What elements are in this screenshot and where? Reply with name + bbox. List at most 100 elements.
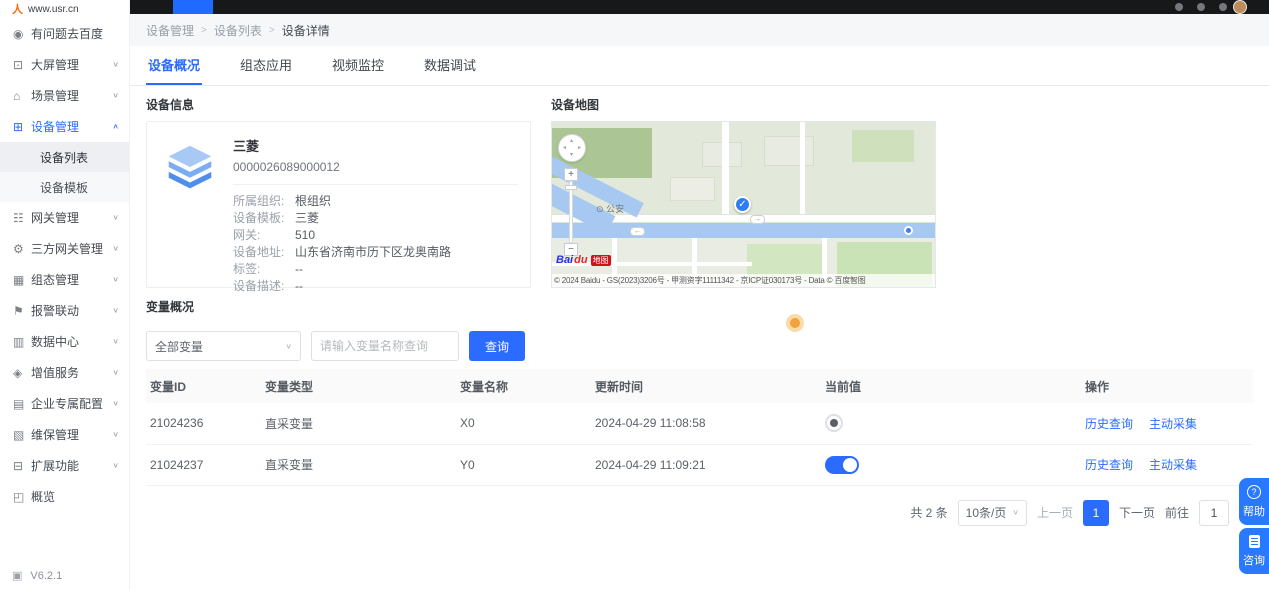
sidebar-item-extended-functions[interactable]: ⊟ 扩展功能 ∨ [0, 450, 129, 481]
logo-url: www.usr.cn [28, 4, 79, 15]
map-road [800, 122, 805, 214]
field-label: 标签: [233, 261, 295, 278]
chevron-down-icon: ∨ [1012, 508, 1019, 517]
shield-icon: ◉ [13, 27, 31, 41]
pan-up-icon[interactable]: ▴ [570, 138, 573, 144]
sidebar-item-device-management[interactable]: ⊞ 设备管理 ∧ [0, 111, 129, 142]
baidu-logo: Bai du 地图 [556, 254, 611, 266]
pan-right-icon[interactable]: ▸ [578, 145, 581, 151]
map-poi-dot [904, 226, 913, 235]
page-number-1[interactable]: 1 [1083, 500, 1109, 526]
field-description: 设备描述: -- [233, 278, 518, 295]
page-size-value: 10条/页 [966, 504, 1007, 521]
breadcrumb-item[interactable]: 设备管理 [146, 22, 194, 39]
device-info-card: 三菱 0000026089000012 所属组织: 根组织 设备模板: 三菱 网 [146, 121, 531, 288]
scada-icon: ▦ [13, 273, 31, 287]
history-query-link[interactable]: 历史查询 [1085, 458, 1133, 472]
topbar-icon-1[interactable] [1175, 3, 1183, 11]
sidebar-item-maintenance-management[interactable]: ▧ 维保管理 ∨ [0, 419, 129, 450]
history-query-link[interactable]: 历史查询 [1085, 417, 1133, 431]
sidebar-item-label: 组态管理 [31, 271, 112, 288]
screen-icon: ⊡ [13, 58, 31, 72]
prev-page-button[interactable]: 上一页 [1037, 504, 1073, 521]
map-poi-label: ⊙ 公安 [596, 202, 624, 215]
sidebar-item-label: 设备管理 [31, 118, 112, 135]
table-header-row: 变量ID 变量类型 变量名称 更新时间 当前值 操作 [146, 369, 1253, 403]
variable-type-select[interactable]: 全部变量 ∨ [146, 331, 301, 361]
cell-variable-type: 直采变量 [261, 403, 456, 444]
sidebar-item-label: 增值服务 [31, 364, 112, 381]
chevron-down-icon: ∨ [112, 368, 119, 377]
active-tab-indicator[interactable] [173, 0, 213, 14]
field-label: 所属组织: [233, 193, 295, 210]
sidebar-item-enterprise-config[interactable]: ▤ 企业专属配置 ∨ [0, 388, 129, 419]
map-pan-control[interactable]: ▴ ▾ ◂ ▸ [558, 134, 586, 162]
field-label: 网关: [233, 227, 295, 244]
alarm-icon: ⚑ [13, 304, 31, 318]
topbar-icon-3[interactable] [1219, 3, 1227, 11]
baidu-map-badge: 地图 [591, 255, 611, 266]
sidebar-item-baidu-help[interactable]: ◉ 有问题去百度 [0, 18, 129, 49]
zoom-slider-track[interactable] [569, 181, 573, 243]
enterprise-config-icon: ▤ [13, 397, 31, 411]
col-variable-id: 变量ID [146, 369, 261, 403]
col-update-time: 更新时间 [591, 369, 821, 403]
goto-page-input[interactable] [1199, 500, 1229, 526]
sidebar-item-scada-management[interactable]: ▦ 组态管理 ∨ [0, 264, 129, 295]
sidebar-item-gateway-management[interactable]: ☷ 网关管理 ∨ [0, 202, 129, 233]
data-center-icon: ▥ [13, 335, 31, 349]
info-section: 设备信息 三菱 0000026089000012 [130, 86, 1269, 294]
pan-left-icon[interactable]: ◂ [563, 145, 566, 151]
breadcrumb-item[interactable]: 设备列表 [214, 22, 262, 39]
poi-dot-icon: ⊙ [596, 204, 604, 214]
baidu-logo-text: Bai [556, 254, 573, 266]
consult-button[interactable]: 咨询 [1239, 528, 1269, 574]
zoom-slider-knob[interactable] [565, 185, 577, 190]
sidebar-subitem-device-template[interactable]: 设备模板 [0, 172, 129, 202]
active-collect-link[interactable]: 主动采集 [1149, 417, 1197, 431]
tab-data-debug[interactable]: 数据调试 [422, 55, 478, 85]
map-river [552, 223, 936, 238]
sidebar-item-label: 概览 [31, 488, 119, 505]
avatar[interactable] [1233, 0, 1247, 14]
sidebar-subitem-device-list[interactable]: 设备列表 [0, 142, 129, 172]
breadcrumb-separator: > [269, 25, 275, 36]
maintenance-icon: ▧ [13, 428, 31, 442]
zoom-in-button[interactable]: + [564, 168, 578, 181]
field-value: 山东省济南市历下区龙奥南路 [295, 244, 518, 261]
collapse-icon[interactable]: ▣ [12, 569, 22, 582]
usr-logo-icon: 人 [12, 1, 23, 17]
breadcrumb-separator: > [201, 25, 207, 36]
next-page-button[interactable]: 下一页 [1119, 504, 1155, 521]
sidebar-item-value-added-services[interactable]: ◈ 增值服务 ∨ [0, 357, 129, 388]
topbar-icon-2[interactable] [1197, 3, 1205, 11]
tab-device-overview[interactable]: 设备概况 [146, 55, 202, 85]
field-label: 设备地址: [233, 244, 295, 261]
query-button[interactable]: 查询 [469, 331, 525, 361]
page-size-select[interactable]: 10条/页 ∨ [958, 500, 1027, 526]
variable-search-input[interactable] [311, 331, 459, 361]
pagination: 共 2 条 10条/页 ∨ 上一页 1 下一页 前往 页 [130, 486, 1269, 540]
baidu-map[interactable]: ⊙ 公安 ← → ✓ ▴ ▾ ◂ ▸ + − [551, 121, 936, 288]
cell-variable-type: 直采变量 [261, 444, 456, 485]
help-button[interactable]: ? 帮助 [1239, 478, 1269, 525]
tab-scada-application[interactable]: 组态应用 [238, 55, 294, 85]
active-collect-link[interactable]: 主动采集 [1149, 458, 1197, 472]
breadcrumb-current: 设备详情 [282, 22, 330, 39]
value-toggle[interactable] [825, 414, 843, 432]
sidebar-item-third-party-gateway[interactable]: ⚙ 三方网关管理 ∨ [0, 233, 129, 264]
sidebar-item-data-center[interactable]: ▥ 数据中心 ∨ [0, 326, 129, 357]
tab-video-monitoring[interactable]: 视频监控 [330, 55, 386, 85]
field-template: 设备模板: 三菱 [233, 210, 518, 227]
sidebar-item-label: 维保管理 [31, 426, 112, 443]
col-actions: 操作 [1081, 369, 1253, 403]
sidebar-item-alarm-linkage[interactable]: ⚑ 报警联动 ∨ [0, 295, 129, 326]
pan-down-icon[interactable]: ▾ [570, 152, 573, 158]
device-location-marker[interactable]: ✓ [734, 196, 751, 213]
logo[interactable]: 人 www.usr.cn [0, 0, 129, 18]
sidebar-item-scene-management[interactable]: ⌂ 场景管理 ∨ [0, 80, 129, 111]
sidebar-item-dashboard-management[interactable]: ⊡ 大屏管理 ∨ [0, 49, 129, 80]
app-window: 人 www.usr.cn ◉ 有问题去百度 ⊡ 大屏管理 ∨ ⌂ 场景管理 ∨ … [0, 0, 1269, 590]
sidebar-item-overview[interactable]: ◰ 概览 [0, 481, 129, 512]
value-toggle[interactable] [825, 456, 859, 474]
